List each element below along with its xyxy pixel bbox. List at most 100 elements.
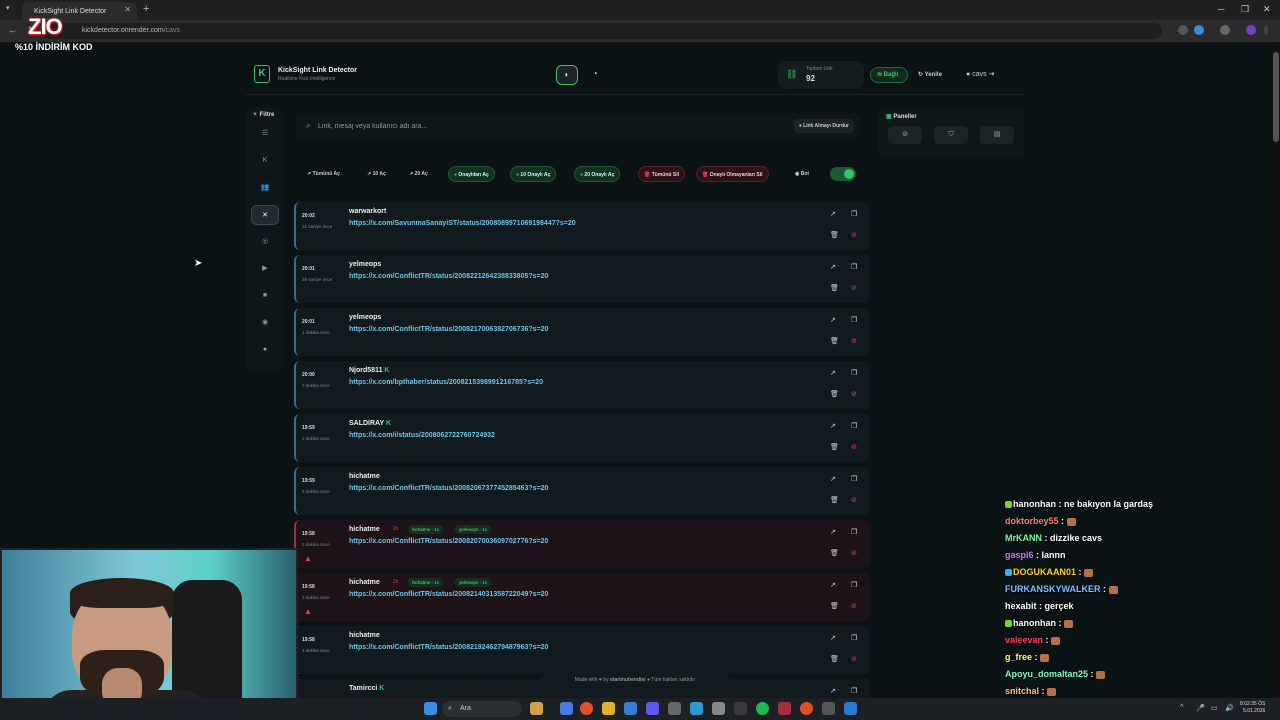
link-row[interactable]: 19:58 4 dakika önce hichatme https://x.com/…	[294, 626, 870, 674]
open-link-icon[interactable]: ↗	[830, 528, 836, 536]
chat-username[interactable]: gaspi6	[1005, 550, 1034, 560]
delete-icon[interactable]: 🗑	[830, 231, 839, 239]
app3-icon[interactable]	[690, 702, 703, 715]
folder-icon[interactable]	[602, 702, 615, 715]
block-user-icon[interactable]: ⊘	[851, 284, 857, 292]
row-username[interactable]: warwarkort	[349, 208, 386, 215]
action-button-4[interactable]: ● 10 Onaylı Aç	[510, 166, 557, 182]
block-user-icon[interactable]: ⊘	[851, 443, 857, 451]
row-link[interactable]: https://x.com/ConflictTR/status/20082140…	[349, 591, 548, 598]
delete-icon[interactable]: 🗑	[830, 602, 839, 610]
delete-icon[interactable]: 🗑	[830, 443, 839, 451]
row-username[interactable]: SALDIRAY K	[349, 420, 391, 427]
app-icon[interactable]	[560, 702, 573, 715]
link-row[interactable]: 19:58 3 dakika önce ▲ hichatme 2x hichatme - …	[294, 573, 870, 621]
tray-chevron-icon[interactable]: ^	[1180, 704, 1183, 711]
copy-icon[interactable]: ❐	[851, 263, 857, 271]
copy-icon[interactable]: ❐	[851, 687, 857, 695]
chat-username[interactable]: snitchal	[1005, 686, 1039, 696]
panel-archive-button[interactable]: ▤	[980, 126, 1014, 144]
delete-icon[interactable]: 🗑	[830, 284, 839, 292]
block-user-icon[interactable]: ⊘	[851, 549, 857, 557]
open-link-icon[interactable]: ↗	[830, 687, 836, 695]
bookmark-star-icon[interactable]	[1194, 25, 1204, 35]
app6-icon[interactable]	[822, 702, 835, 715]
row-link[interactable]: https://x.com/bpthaber/status/2008215398…	[349, 379, 543, 386]
row-username[interactable]: Njord5811 K	[349, 367, 389, 374]
kick-filter-button[interactable]: K	[251, 151, 279, 171]
search-input[interactable]	[318, 118, 758, 134]
app2-icon[interactable]	[668, 702, 681, 715]
copy-icon[interactable]: ❐	[851, 369, 857, 377]
row-username[interactable]: yelmeops	[349, 314, 381, 321]
block-user-icon[interactable]: ⊘	[851, 602, 857, 610]
copy-icon[interactable]: ❐	[851, 581, 857, 589]
app5-icon[interactable]	[778, 702, 791, 715]
open-link-icon[interactable]: ↗	[830, 210, 836, 218]
open-link-icon[interactable]: ↗	[830, 316, 836, 324]
tab-search-icon[interactable]: ▾	[6, 4, 10, 12]
chat-username[interactable]: MrKANN	[1005, 533, 1042, 543]
row-link[interactable]: https://x.com/i/status/20080627227607249…	[349, 432, 495, 439]
instagram-filter-button[interactable]: ◎	[251, 232, 279, 252]
row-link[interactable]: https://x.com/ConflictTR/status/20082070…	[349, 538, 548, 545]
chat-username[interactable]: g_free	[1005, 652, 1032, 662]
new-tab-button[interactable]: +	[143, 3, 149, 15]
network-icon[interactable]: ▭	[1211, 704, 1218, 712]
open-link-icon[interactable]: ↗	[830, 581, 836, 589]
minimize-icon[interactable]: ─	[1218, 4, 1224, 14]
action-button-6[interactable]: 🗑 Tümünü Sil	[638, 166, 685, 182]
camera-filter-button[interactable]: ◉	[251, 313, 279, 333]
video-filter-button[interactable]: ■	[251, 286, 279, 306]
link-row[interactable]: 20:01 1 dakika önce yelmeops https://x.com/…	[294, 308, 870, 356]
row-link[interactable]: https://x.com/ConflictTR/status/20082192…	[349, 644, 548, 651]
delete-icon[interactable]: 🗑	[830, 655, 839, 663]
link-row[interactable]: 19:58 3 dakika önce ▲ hichatme 2x hichatme - …	[294, 520, 870, 568]
x-twitter-filter-button[interactable]: ✕	[251, 205, 279, 225]
menu-icon[interactable]	[1264, 25, 1268, 35]
youtube-filter-button[interactable]: ▶	[251, 259, 279, 279]
discord-icon[interactable]	[646, 702, 659, 715]
delete-icon[interactable]: 🗑	[830, 337, 839, 345]
open-link-icon[interactable]: ↗	[830, 263, 836, 271]
mic-icon[interactable]: 🎤	[1196, 704, 1205, 712]
spotify-icon[interactable]	[756, 702, 769, 715]
chrome2-icon[interactable]	[800, 702, 813, 715]
row-username[interactable]: Tamircci K	[349, 685, 384, 692]
row-link[interactable]: https://x.com/ConflictTR/status/20082212…	[349, 273, 548, 280]
refresh-button[interactable]: ↻ Yenile	[918, 67, 942, 83]
logout-icon[interactable]: ⇥	[987, 71, 995, 78]
chat-username[interactable]: DOGUKAAN01	[1013, 567, 1076, 577]
bot-toggle[interactable]	[830, 167, 856, 181]
theme-icon[interactable]: ◔	[584, 65, 606, 85]
action-button-1[interactable]: ↗ 10 Aç	[362, 166, 391, 182]
copy-icon[interactable]: ❐	[851, 528, 857, 536]
copy-icon[interactable]: ❐	[851, 422, 857, 430]
row-link[interactable]: https://x.com/SavunmaSanayiST/status/200…	[349, 220, 576, 227]
users-filter-button[interactable]: 👥	[251, 178, 279, 198]
windows-start-icon[interactable]	[424, 702, 437, 715]
copy-icon[interactable]: ❐	[851, 634, 857, 642]
taskbar-clock[interactable]: 8:02:35 ÖS 5.01.2026	[1240, 701, 1265, 715]
scrollbar-thumb[interactable]	[1273, 52, 1279, 142]
chat-username[interactable]: hanonhan	[1013, 618, 1056, 628]
row-link[interactable]: https://x.com/ConflictTR/status/20082067…	[349, 485, 548, 492]
row-link[interactable]: https://x.com/ConflictTR/status/20082170…	[349, 326, 548, 333]
chat-username[interactable]: hexabit	[1005, 601, 1037, 611]
chat-username[interactable]: hanonhan	[1013, 499, 1056, 509]
page-scrollbar[interactable]	[1272, 42, 1280, 702]
copy-icon[interactable]: ❐	[851, 210, 857, 218]
action-button-8[interactable]: ◉ Bot	[790, 166, 814, 182]
profile-avatar[interactable]	[1246, 25, 1256, 35]
block-user-icon[interactable]: ⊘	[851, 337, 857, 345]
action-button-2[interactable]: ↗ 20 Aç	[404, 166, 433, 182]
open-link-icon[interactable]: ↗	[830, 634, 836, 642]
volume-icon[interactable]: 🔊	[1225, 704, 1234, 712]
open-link-icon[interactable]: ↗	[830, 369, 836, 377]
open-link-icon[interactable]: ↗	[830, 422, 836, 430]
maximize-icon[interactable]: ❐	[1241, 4, 1249, 15]
link-row[interactable]: 20:00 2 dakika önce Njord5811 Khttps://x.c…	[294, 361, 870, 409]
link-row[interactable]: 20:01 39 saniye önce yelmeops https://x.com…	[294, 255, 870, 303]
row-username[interactable]: hichatme	[349, 632, 380, 639]
chat-username[interactable]: valeevan	[1005, 635, 1043, 645]
